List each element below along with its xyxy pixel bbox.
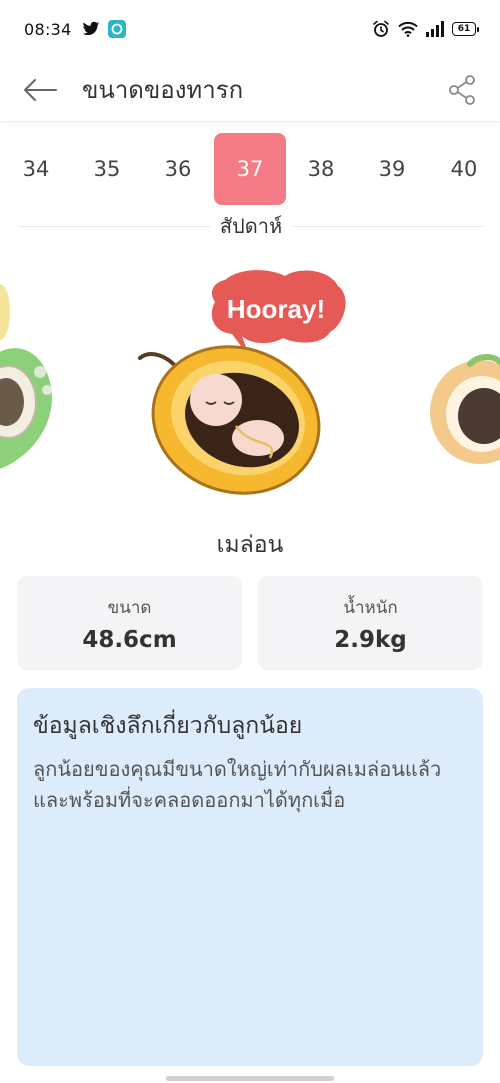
- alarm-icon: [373, 20, 389, 37]
- divider: [18, 225, 210, 227]
- size-label: ขนาด: [107, 597, 152, 618]
- insight-title: ข้อมูลเชิงลึกเกี่ยวกับลูกน้อย: [33, 713, 303, 739]
- fruit-carousel[interactable]: Hooray!: [0, 262, 500, 502]
- weight-value: 2.9kg: [334, 626, 407, 653]
- week-34[interactable]: 34: [0, 133, 72, 205]
- signal-icon: [426, 21, 444, 37]
- status-bar: 08:34 61: [0, 0, 500, 58]
- page-title: ขนาดของทารก: [82, 76, 244, 104]
- bubble-text: Hooray!: [227, 294, 325, 324]
- size-card: ขนาด 48.6cm: [17, 576, 242, 670]
- battery-icon: 61: [452, 22, 479, 36]
- status-notification-icons: [82, 20, 126, 38]
- week-selector: 34 35 36 37 38 39 40: [0, 133, 500, 205]
- fruit-name: เมล่อน: [216, 532, 284, 558]
- hooray-bubble: Hooray!: [211, 270, 346, 358]
- share-icon: [449, 74, 475, 105]
- week-38[interactable]: 38: [285, 133, 357, 205]
- week-39[interactable]: 39: [356, 133, 428, 205]
- fruit-illustration: Hooray!: [0, 270, 500, 495]
- app-header: ขนาดของทารก: [0, 58, 500, 122]
- weight-label: น้ำหนัก: [343, 597, 398, 618]
- next-fruit-image[interactable]: [430, 354, 500, 464]
- back-button[interactable]: [22, 72, 58, 108]
- home-indicator[interactable]: [166, 1076, 334, 1081]
- week-40[interactable]: 40: [428, 133, 500, 205]
- week-37-selected[interactable]: 37: [214, 133, 286, 205]
- week-label-row: สัปดาห์: [18, 212, 484, 240]
- melon-baby-image: [138, 342, 321, 495]
- screen: 08:34 61 ขนาดของทารก 34 35 36 37 38 39 4…: [0, 0, 500, 1083]
- wifi-icon: [398, 21, 418, 37]
- status-system-icons: 61: [372, 20, 479, 38]
- previous-fruit-image[interactable]: [0, 284, 52, 472]
- messaging-app-icon: [107, 20, 126, 38]
- weight-card: น้ำหนัก 2.9kg: [258, 576, 483, 670]
- twitter-icon: [82, 21, 99, 36]
- divider: [292, 225, 484, 227]
- insight-card: ข้อมูลเชิงลึกเกี่ยวกับลูกน้อย ลูกน้อยของ…: [17, 688, 483, 1066]
- insight-body: ลูกน้อยของคุณมีขนาดใหญ่เท่ากับผลเมล่อนแล…: [33, 757, 442, 812]
- size-value: 48.6cm: [82, 626, 177, 653]
- share-button[interactable]: [446, 74, 478, 106]
- status-time: 08:34: [24, 19, 72, 39]
- week-label: สัปดาห์: [219, 214, 283, 238]
- arrow-left-icon: [24, 78, 57, 101]
- week-35[interactable]: 35: [71, 133, 143, 205]
- week-36[interactable]: 36: [142, 133, 214, 205]
